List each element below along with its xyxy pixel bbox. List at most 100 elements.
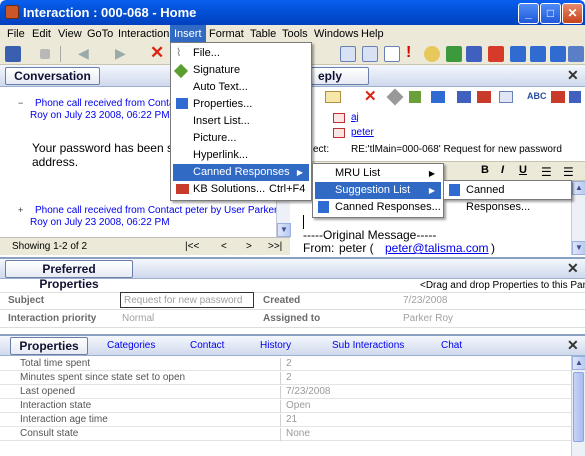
tab-conversation[interactable]: Conversation xyxy=(5,67,100,85)
expand-toggle[interactable]: + xyxy=(18,205,23,215)
delete-icon[interactable]: ✕ xyxy=(364,87,377,105)
book-icon[interactable] xyxy=(477,91,491,103)
reply-close-icon[interactable]: ✕ xyxy=(567,67,579,84)
menu-item-properties[interactable]: Properties... xyxy=(173,96,309,113)
table-row[interactable]: Minutes spent since state set to open 2 xyxy=(0,372,572,385)
tab-contact[interactable]: Contact xyxy=(190,340,224,351)
menu-item-insert-list[interactable]: Insert List... xyxy=(173,113,309,130)
table-row[interactable]: Consult state None xyxy=(0,428,572,441)
menu-table[interactable]: Table xyxy=(246,25,280,43)
menu-file[interactable]: File xyxy=(3,25,29,43)
bulb-icon[interactable] xyxy=(424,46,440,62)
stop-icon[interactable] xyxy=(40,49,50,59)
contacts-icon[interactable] xyxy=(457,91,471,103)
underline-button[interactable]: U xyxy=(519,164,533,178)
expand-icon[interactable] xyxy=(568,46,584,62)
back-icon[interactable]: ◀ xyxy=(78,45,89,62)
align-center-icon[interactable]: ☰ xyxy=(563,165,574,179)
italic-button[interactable]: I xyxy=(501,164,515,178)
form-icon[interactable] xyxy=(340,46,356,62)
scroll-down-button[interactable]: ▼ xyxy=(572,241,585,255)
priority-icon[interactable]: ! xyxy=(406,44,411,62)
properties-close-icon[interactable]: ✕ xyxy=(567,337,579,354)
prev-page-button[interactable]: < xyxy=(221,241,227,252)
subject-field[interactable]: RE:'tlMain=000-068' Request for new pass… xyxy=(351,144,562,155)
menu-tools[interactable]: Tools xyxy=(278,25,312,43)
properties-icon[interactable] xyxy=(431,91,445,103)
minimize-button[interactable]: _ xyxy=(518,3,539,24)
scroll-down-button[interactable]: ▼ xyxy=(277,223,291,237)
envelope-icon[interactable] xyxy=(325,91,341,103)
menu-goto[interactable]: GoTo xyxy=(83,25,117,43)
monitor-icon[interactable] xyxy=(5,46,21,62)
preferred-close-icon[interactable]: ✕ xyxy=(567,260,579,277)
delete-icon[interactable]: ✕ xyxy=(150,43,164,63)
pen-icon[interactable] xyxy=(409,91,421,103)
calendar-icon[interactable] xyxy=(362,46,378,62)
menu-item-signature[interactable]: Signature xyxy=(173,62,309,79)
table-row[interactable]: Total time spent 2 xyxy=(0,358,572,371)
recipient-aj[interactable]: aj xyxy=(351,112,359,123)
forward-icon[interactable]: ▶ xyxy=(115,45,126,62)
scroll-thumb[interactable] xyxy=(573,372,584,442)
menu-interaction[interactable]: Interaction xyxy=(114,25,173,43)
menu-edit[interactable]: Edit xyxy=(28,25,55,43)
properties-scrollbar[interactable]: ▲ xyxy=(571,356,585,456)
users-icon[interactable] xyxy=(466,46,482,62)
recipient-peter[interactable]: peter xyxy=(351,127,374,138)
tab-sub-interactions[interactable]: Sub Interactions xyxy=(332,340,404,351)
menu-item-kb-solutions[interactable]: KB Solutions... Ctrl+F4 xyxy=(173,181,309,198)
template-icon[interactable] xyxy=(499,91,513,103)
attach-icon[interactable] xyxy=(386,88,404,106)
forward-doc-icon[interactable] xyxy=(510,46,526,62)
menu-item-suggestion-list[interactable]: Suggestion List ▶ xyxy=(315,182,441,199)
menu-item-canned-responses[interactable]: Canned Responses ▶ xyxy=(173,164,309,181)
tab-properties[interactable]: Properties xyxy=(10,337,88,355)
reply-arrow-icon[interactable] xyxy=(446,46,462,62)
table-row[interactable]: Interaction state Open xyxy=(0,400,572,413)
menu-view[interactable]: View xyxy=(54,25,86,43)
scroll-up-button[interactable]: ▲ xyxy=(572,356,585,370)
table-row[interactable]: Interaction age time 21 xyxy=(0,414,572,427)
users-icon[interactable] xyxy=(569,91,581,103)
transfer-icon[interactable] xyxy=(550,46,566,62)
menu-format[interactable]: Format xyxy=(205,25,248,43)
from-email-link[interactable]: peter@talisma.com xyxy=(385,241,489,255)
export-icon[interactable] xyxy=(530,46,546,62)
menu-item-hyperlink[interactable]: Hyperlink... xyxy=(173,147,309,164)
bold-button[interactable]: B xyxy=(481,164,495,178)
tab-reply[interactable]: eply xyxy=(311,67,369,85)
assigned-value[interactable]: Parker Roy xyxy=(403,313,453,324)
kb-icon[interactable] xyxy=(551,91,565,103)
align-left-icon[interactable]: ☰ xyxy=(541,165,552,179)
conversation-item-link[interactable]: Phone call received from Contact peter b… xyxy=(35,205,277,216)
table-row[interactable]: Last opened 7/23/2008 xyxy=(0,386,572,399)
scroll-up-button[interactable]: ▲ xyxy=(572,181,585,195)
priority-value[interactable]: Normal xyxy=(122,313,154,324)
conversation-item-link[interactable]: Phone call received from Contact xyxy=(35,98,182,109)
menu-item-auto-text[interactable]: Auto Text... xyxy=(173,79,309,96)
menu-insert[interactable]: Insert xyxy=(170,25,206,43)
menu-item-file[interactable]: ⌇ File... xyxy=(173,45,309,62)
tab-categories[interactable]: Categories xyxy=(107,340,155,351)
subject-input[interactable]: Request for new password xyxy=(120,292,254,308)
menu-item-mru-list[interactable]: MRU List ▶ xyxy=(315,165,441,182)
menu-help[interactable]: Help xyxy=(357,25,388,43)
menu-item-picture[interactable]: Picture... xyxy=(173,130,309,147)
document-icon[interactable] xyxy=(384,46,400,62)
close-button[interactable]: ✕ xyxy=(562,3,583,24)
menu-item-canned-responses-dialog[interactable]: Canned Responses... xyxy=(315,199,441,216)
next-page-button[interactable]: > xyxy=(246,241,252,252)
remove-user-icon[interactable] xyxy=(488,46,504,62)
reply-scrollbar[interactable]: ▲ ▼ xyxy=(571,181,585,255)
conversation-item-link-date[interactable]: Roy on July 23 2008, 06:22 PM xyxy=(30,110,170,121)
last-page-button[interactable]: >>| xyxy=(268,241,282,252)
tab-preferred-properties[interactable]: Preferred Properties xyxy=(5,260,133,291)
spellcheck-icon[interactable]: ABC xyxy=(527,91,547,101)
collapse-toggle[interactable]: − xyxy=(18,98,23,108)
menu-item-suggestion-canned-responses[interactable]: Canned Responses... xyxy=(446,182,569,213)
maximize-button[interactable]: □ xyxy=(540,3,561,24)
tab-chat[interactable]: Chat xyxy=(441,340,462,351)
conversation-item-link-date[interactable]: Roy on July 23 2008, 06:22 PM xyxy=(30,217,170,228)
first-page-button[interactable]: |<< xyxy=(185,241,199,252)
